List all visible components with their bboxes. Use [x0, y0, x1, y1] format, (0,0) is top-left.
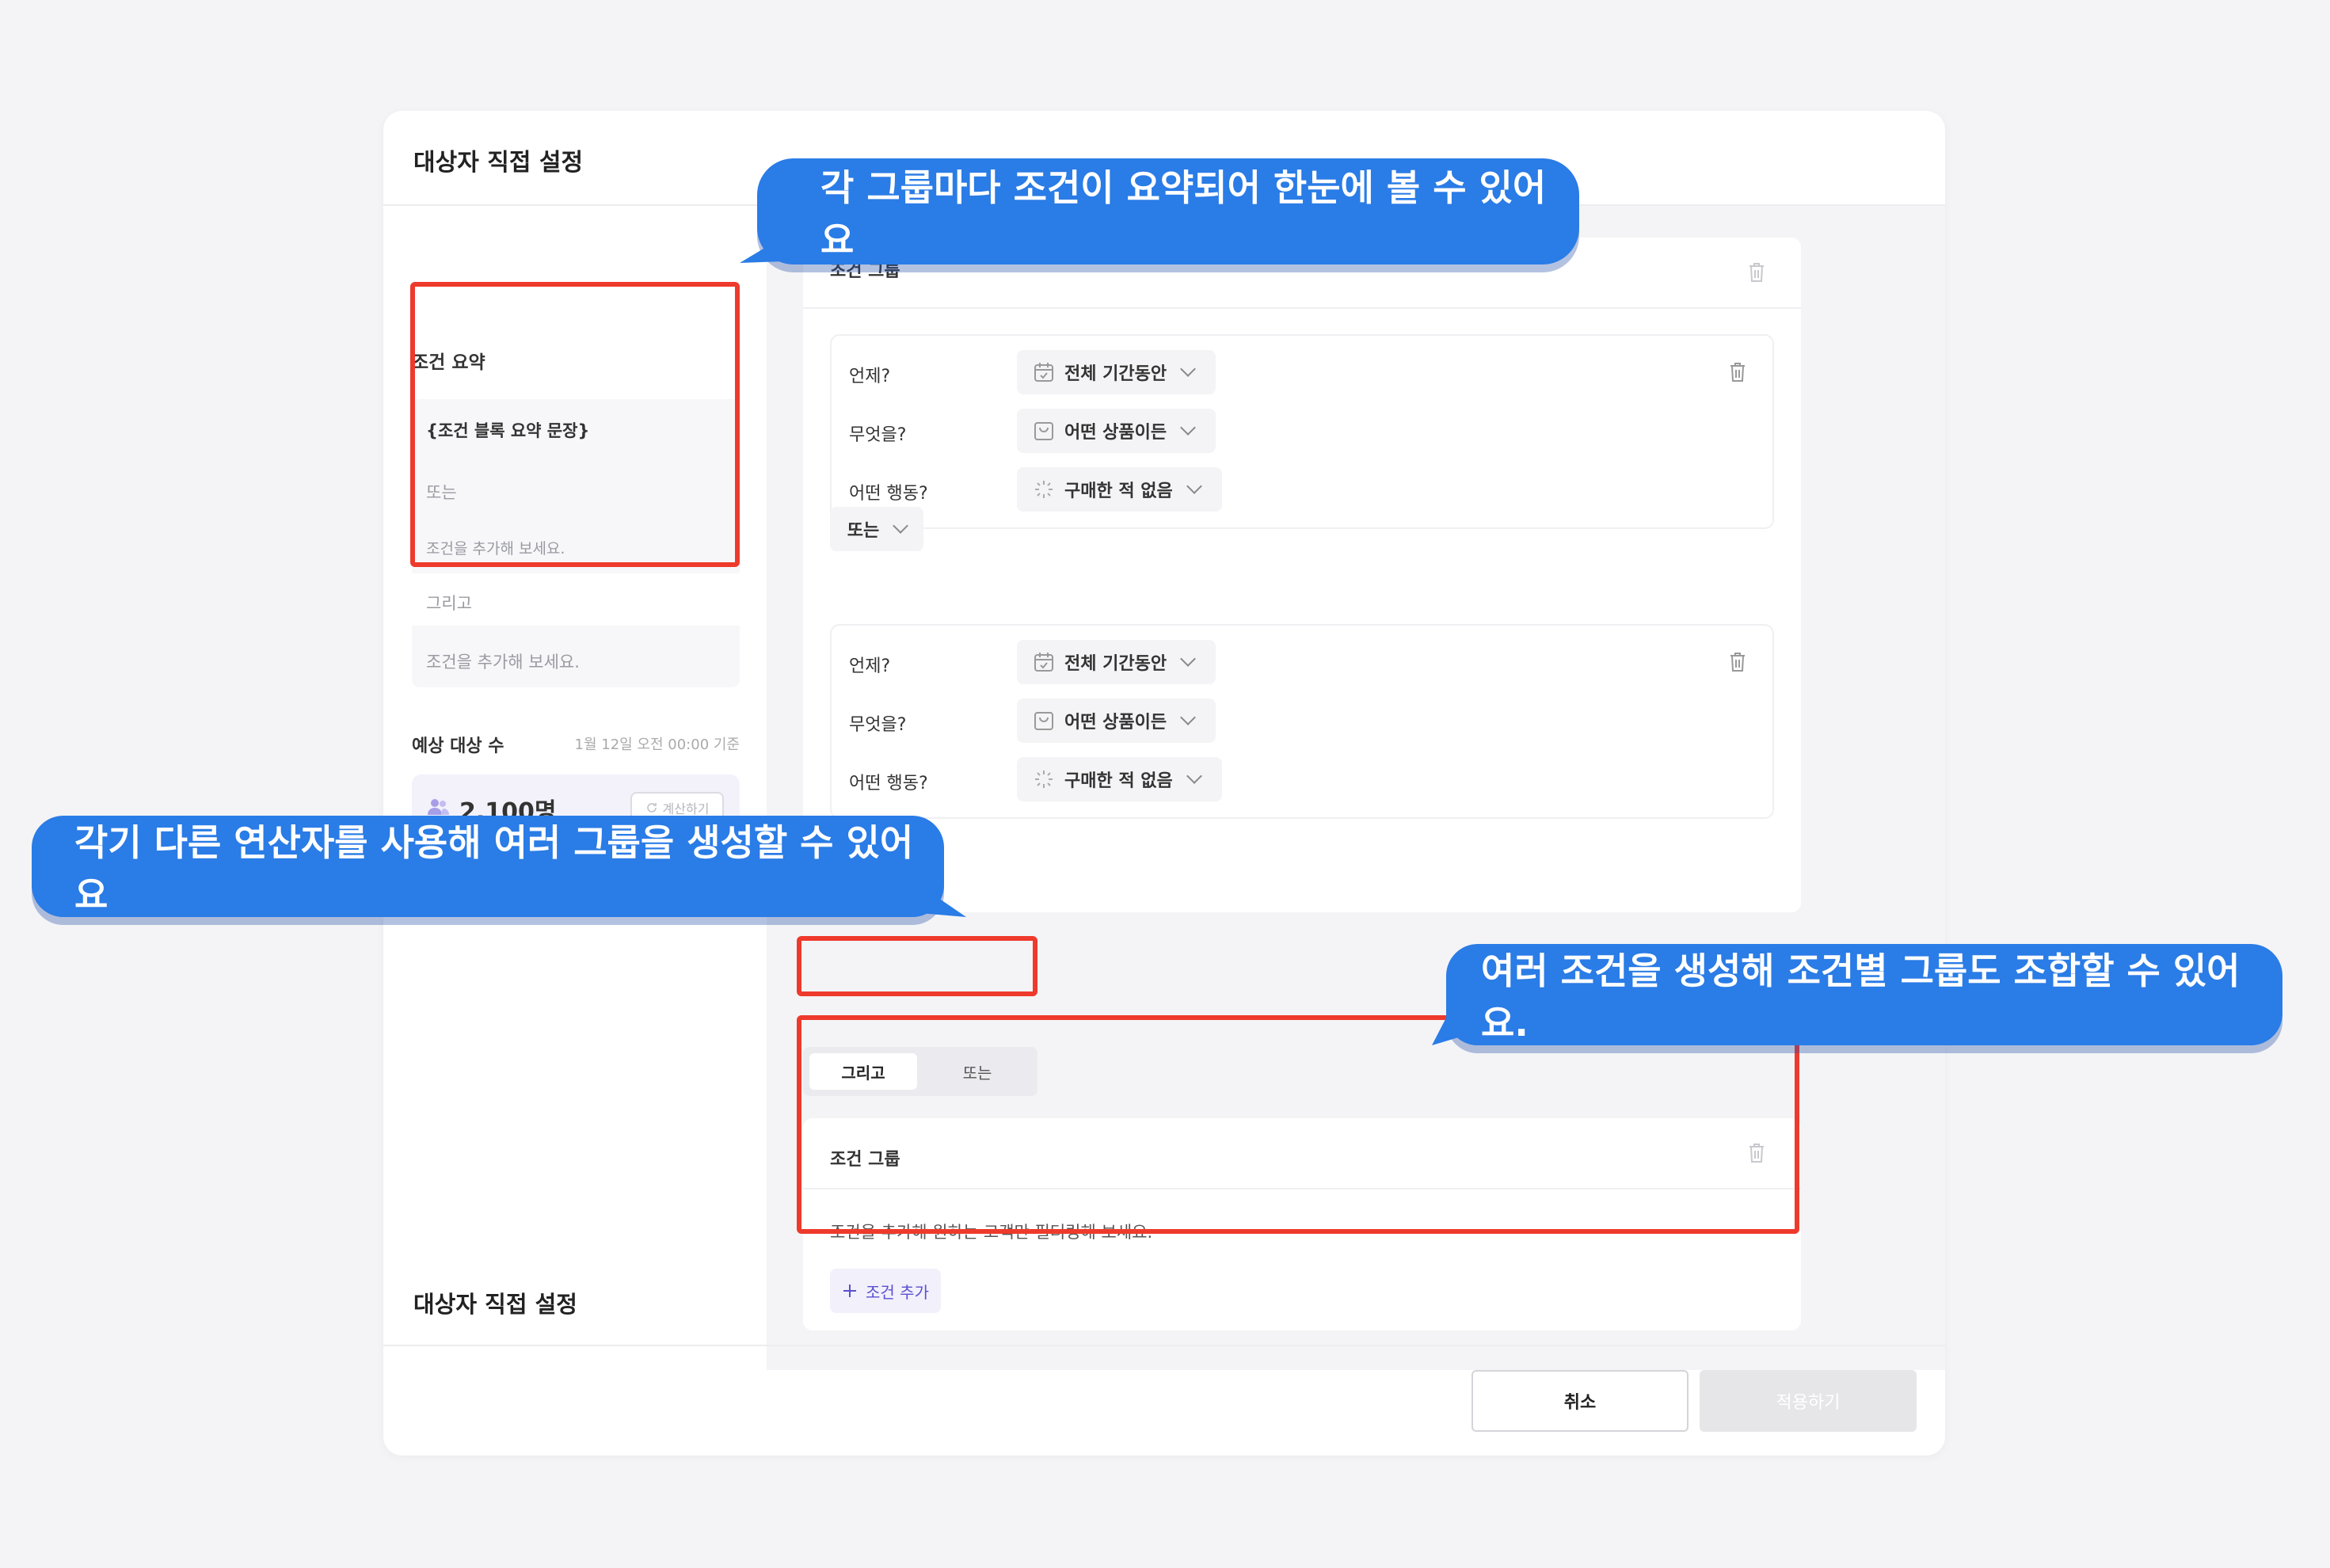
apply-button[interactable]: 적용하기: [1700, 1370, 1917, 1432]
callout-left-text: 각기 다른 연산자를 사용해 여러 그룹을 생성할 수 있어요: [74, 821, 914, 916]
callout-top-text: 각 그룹마다 조건이 요약되어 한눈에 볼 수 있어요: [820, 166, 1547, 261]
condition-question: 언제?: [849, 367, 891, 386]
loading-icon: [1035, 481, 1053, 498]
chevron-down-icon: [1180, 361, 1197, 377]
action-dropdown[interactable]: 구매한 적 없음: [1017, 757, 1222, 801]
condition-question: 어떤 행동?: [849, 484, 928, 504]
bag-icon: [1034, 712, 1053, 730]
condition-row-action: 어떤 행동? 구매한 적 없음: [849, 757, 1324, 801]
toggle-highlight: [797, 936, 1037, 996]
footer-title: 대상자 직접 설정: [413, 1291, 577, 1318]
chevron-down-icon: [1180, 710, 1197, 725]
callout-top: 각 그룹마다 조건이 요약되어 한눈에 볼 수 있어요: [757, 158, 1579, 265]
footer-divider: [383, 1345, 1945, 1346]
condition-card: 언제? 전체 기간동안 무엇을? 어떤 상품이든 어떤 행동? 구매한 적 없음: [830, 334, 1774, 529]
callout-tail: [740, 234, 787, 263]
group-highlight: [797, 1015, 1799, 1234]
cancel-button[interactable]: 취소: [1471, 1370, 1688, 1432]
chevron-down-icon: [1180, 420, 1197, 436]
condition-group-panel: 조건 그룹 언제? 전체 기간동안 무엇을? 어떤 상품이든 어떤 행동? 구매…: [803, 238, 1801, 912]
operator-label: 또는: [847, 521, 880, 541]
callout-right-text: 여러 조건을 생성해 조건별 그룹도 조합할 수 있어요.: [1481, 950, 2241, 1045]
summary-highlight: [410, 282, 740, 567]
trash-icon[interactable]: [1728, 361, 1747, 383]
callout-tail: [911, 879, 966, 917]
summary-add-prompt: 조건을 추가해 보세요.: [426, 653, 580, 672]
trash-icon[interactable]: [1747, 261, 1766, 284]
add-condition-button[interactable]: 조건 추가: [830, 1269, 941, 1313]
callout-tail: [1432, 999, 1479, 1045]
condition-row-action: 어떤 행동? 구매한 적 없음: [849, 467, 1324, 512]
condition-question: 어떤 행동?: [849, 774, 928, 794]
condition-value: 어떤 상품이든: [1064, 713, 1167, 733]
condition-row-what: 무엇을? 어떤 상품이든: [849, 409, 1324, 453]
callout-left: 각기 다른 연산자를 사용해 여러 그룹을 생성할 수 있어요: [32, 816, 944, 917]
bag-icon: [1034, 422, 1053, 440]
condition-value: 전체 기간동안: [1064, 364, 1167, 384]
calendar-icon: [1034, 653, 1053, 672]
condition-value: 구매한 적 없음: [1064, 481, 1173, 501]
condition-row-when: 언제? 전체 기간동안: [849, 640, 1324, 684]
condition-value: 전체 기간동안: [1064, 654, 1167, 674]
condition-value: 어떤 상품이든: [1064, 423, 1167, 443]
panel-title: 대상자 직접 설정: [413, 149, 584, 177]
chevron-down-icon: [1186, 768, 1202, 784]
estimate-label: 예상 대상 수: [412, 736, 504, 756]
plus-icon: [843, 1284, 857, 1297]
chevron-down-icon: [893, 518, 909, 534]
action-dropdown[interactable]: 구매한 적 없음: [1017, 467, 1222, 512]
chevron-down-icon: [1180, 651, 1197, 667]
when-dropdown[interactable]: 전체 기간동안: [1017, 640, 1216, 684]
what-dropdown[interactable]: 어떤 상품이든: [1017, 409, 1216, 453]
add-condition-label: 조건 추가: [866, 1282, 929, 1302]
condition-row-what: 무엇을? 어떤 상품이든: [849, 698, 1324, 743]
condition-card: 언제? 전체 기간동안 무엇을? 어떤 상품이든 어떤 행동? 구매한 적 없음: [830, 624, 1774, 819]
estimate-date: 1월 12일 오전 00:00 기준: [574, 736, 740, 753]
loading-icon: [1035, 771, 1053, 788]
refresh-icon: [646, 803, 657, 813]
condition-question: 무엇을?: [849, 715, 907, 735]
condition-value: 구매한 적 없음: [1064, 771, 1173, 791]
chevron-down-icon: [1186, 478, 1202, 494]
summary-and-text: 그리고: [426, 594, 472, 613]
condition-row-when: 언제? 전체 기간동안: [849, 350, 1324, 394]
condition-question: 언제?: [849, 657, 891, 676]
condition-question: 무엇을?: [849, 425, 907, 445]
what-dropdown[interactable]: 어떤 상품이든: [1017, 698, 1216, 743]
calendar-icon: [1034, 363, 1053, 382]
callout-right: 여러 조건을 생성해 조건별 그룹도 조합할 수 있어요.: [1446, 944, 2282, 1045]
trash-icon[interactable]: [1728, 651, 1747, 673]
group-operator-dropdown[interactable]: 또는: [830, 507, 923, 551]
when-dropdown[interactable]: 전체 기간동안: [1017, 350, 1216, 394]
